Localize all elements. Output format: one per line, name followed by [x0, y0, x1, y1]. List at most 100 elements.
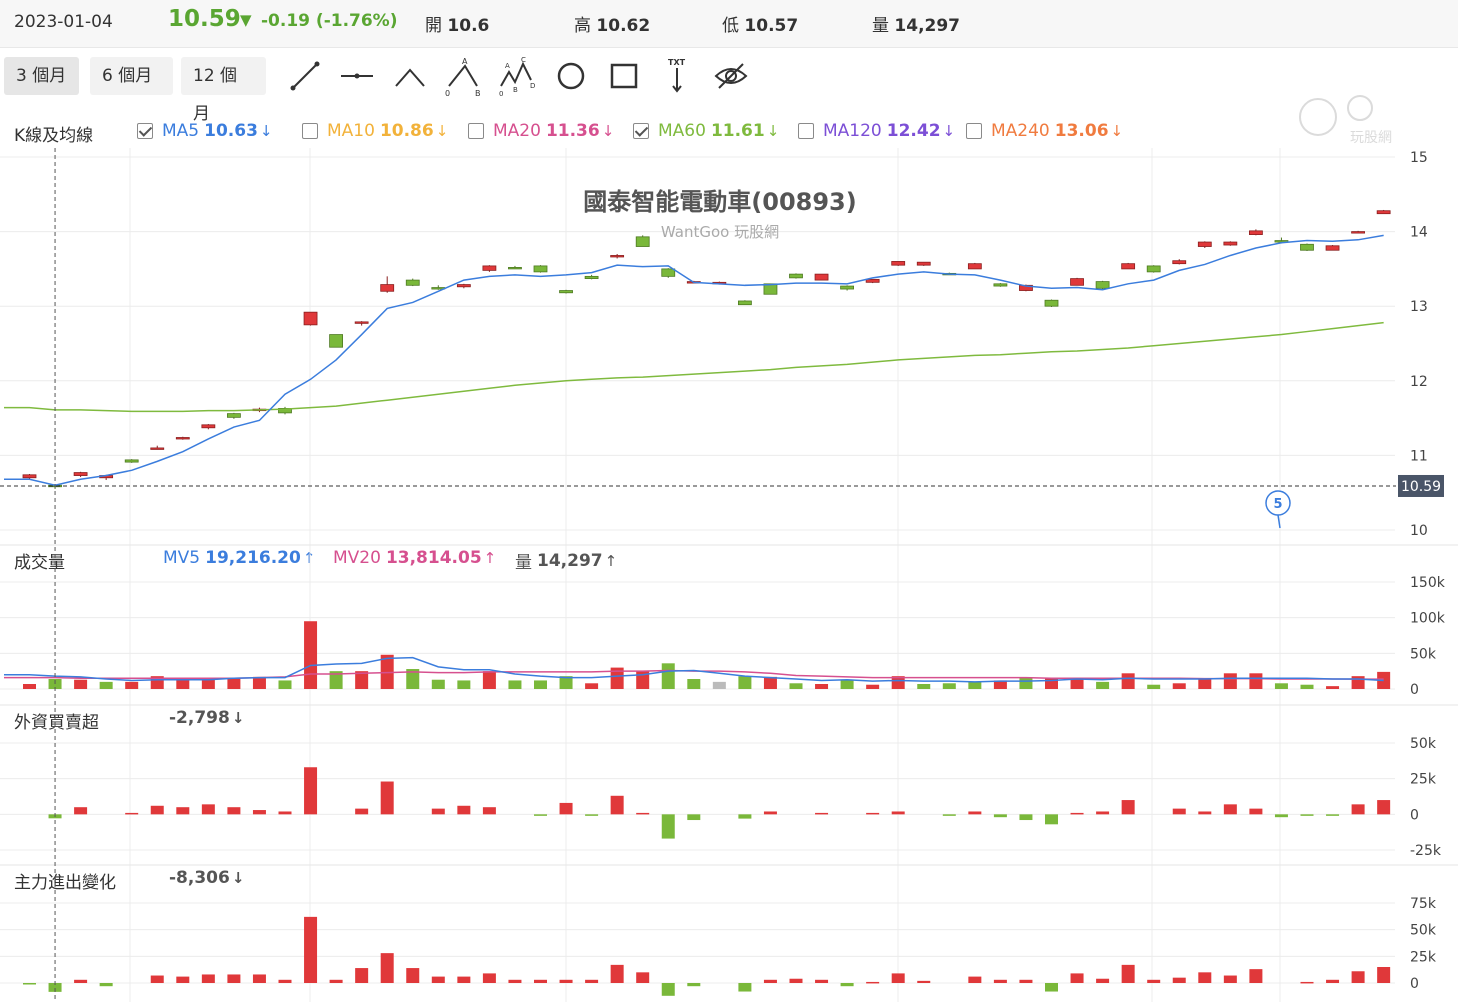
- foreign-bar: [559, 802, 573, 815]
- foreign-bar: [1223, 804, 1237, 815]
- main-force-bar: [534, 979, 547, 983]
- volume-bar: [1172, 683, 1186, 689]
- foreign-bar: [585, 814, 599, 816]
- main-force-bar: [661, 983, 675, 996]
- candle-body: [865, 278, 880, 283]
- main-force-bar: [1096, 978, 1110, 983]
- foreign-bar: [968, 811, 982, 815]
- volume-bar: [585, 683, 599, 689]
- volume-bar: [457, 680, 471, 689]
- main-force-bar: [1351, 971, 1365, 983]
- vertical-grid: [129, 148, 1281, 1002]
- main-force-bar: [1019, 979, 1033, 983]
- candle: [1044, 299, 1059, 307]
- foreign-bar: [227, 807, 241, 815]
- foreign-bar: [1121, 800, 1135, 815]
- main-force-bar: [482, 973, 496, 983]
- foreign-bar: [1249, 808, 1263, 815]
- event-marker-label: 5: [1273, 497, 1282, 512]
- foreign-bar: [176, 807, 190, 815]
- volume-bar: [278, 680, 292, 689]
- candle: [22, 474, 37, 480]
- foreign-bar: [866, 812, 880, 815]
- logo-w-circle: [1347, 95, 1373, 121]
- main-force-bar: [815, 979, 829, 983]
- volume-bar: [1351, 676, 1365, 689]
- main-force-bar: [1045, 983, 1058, 992]
- candle: [1070, 277, 1084, 286]
- volume-bar: [942, 683, 956, 689]
- foreign-bar: [891, 811, 905, 815]
- volume-bar: [687, 679, 701, 689]
- chart-watermark: WantGoo 玩股網: [661, 223, 779, 241]
- candle-body: [1121, 263, 1136, 270]
- foreign-bar: [1351, 804, 1365, 815]
- volume-grid: [0, 581, 1395, 690]
- candle: [1223, 241, 1238, 246]
- volume-bar: [661, 663, 675, 689]
- main-force-bar: [74, 979, 88, 983]
- main-force-bar: [380, 953, 394, 983]
- candle: [993, 283, 1008, 287]
- volume-bar: [789, 683, 803, 689]
- foreign-bar: [125, 812, 139, 815]
- candle-body: [635, 236, 650, 247]
- candle-body: [891, 261, 906, 266]
- main-force-bar: [150, 975, 164, 983]
- stock-chart[interactable]: 15 14 13 12 11 10 國泰智能電動車(00893) WantGoo 玩股網 玩股網…: [0, 0, 1458, 1002]
- candle: [916, 261, 931, 266]
- main-force-bar: [23, 983, 36, 985]
- foreign-bar: [1096, 811, 1110, 815]
- main-force-axis-tick: 0: [1410, 976, 1419, 992]
- price-axis-tick: 15: [1410, 150, 1428, 166]
- price-axis-tick: 10: [1410, 523, 1428, 539]
- main-force-bar: [636, 972, 650, 983]
- foreign-bar: [661, 814, 675, 839]
- candle: [814, 273, 829, 281]
- candle-body: [482, 265, 497, 271]
- candle-body: [967, 263, 982, 270]
- main-force-bar: [687, 983, 701, 987]
- volume-axis-tick: 100k: [1410, 611, 1446, 627]
- volume-bar: [712, 681, 726, 689]
- candle-body: [1197, 241, 1212, 247]
- foreign-axis-tick: 0: [1410, 807, 1419, 823]
- candle-body: [1223, 241, 1238, 246]
- foreign-axis-tick: -25k: [1410, 843, 1442, 859]
- candle: [1121, 262, 1136, 270]
- foreign-bar: [1045, 814, 1058, 825]
- main-force-bar: [278, 979, 292, 983]
- foreign-bar: [482, 807, 496, 815]
- main-force-bar: [1172, 977, 1186, 983]
- foreign-bar: [1377, 800, 1391, 815]
- mv20-line: [4, 669, 1384, 680]
- candle-body: [840, 285, 854, 290]
- main-force-bar: [559, 979, 573, 983]
- main-force-bar: [1198, 972, 1212, 983]
- main-force-bar: [457, 976, 471, 983]
- volume-bar: [1326, 686, 1340, 689]
- volume-bar: [125, 681, 139, 689]
- candle: [226, 412, 241, 419]
- candle-body: [584, 275, 599, 279]
- volume-bar: [840, 680, 854, 689]
- candle: [329, 334, 344, 348]
- candle-body: [1376, 210, 1391, 215]
- ma60-line: [4, 321, 1384, 413]
- candle-body: [1044, 299, 1059, 307]
- foreign-bar: [431, 808, 445, 815]
- candle-body: [533, 265, 548, 273]
- candle-body: [175, 437, 190, 440]
- foreign-bar: [1070, 812, 1084, 815]
- volume-bar: [23, 684, 36, 689]
- candle-body: [610, 255, 625, 258]
- candle: [405, 278, 420, 287]
- volume-bar: [482, 671, 496, 689]
- foreign-axis-tick: 25k: [1410, 772, 1437, 788]
- candle-body: [201, 424, 216, 429]
- main-force-bar: [1377, 967, 1391, 983]
- main-force-bar: [993, 979, 1007, 983]
- main-force-bar: [1147, 979, 1161, 983]
- candle: [1249, 229, 1263, 236]
- volume-bar: [866, 684, 880, 689]
